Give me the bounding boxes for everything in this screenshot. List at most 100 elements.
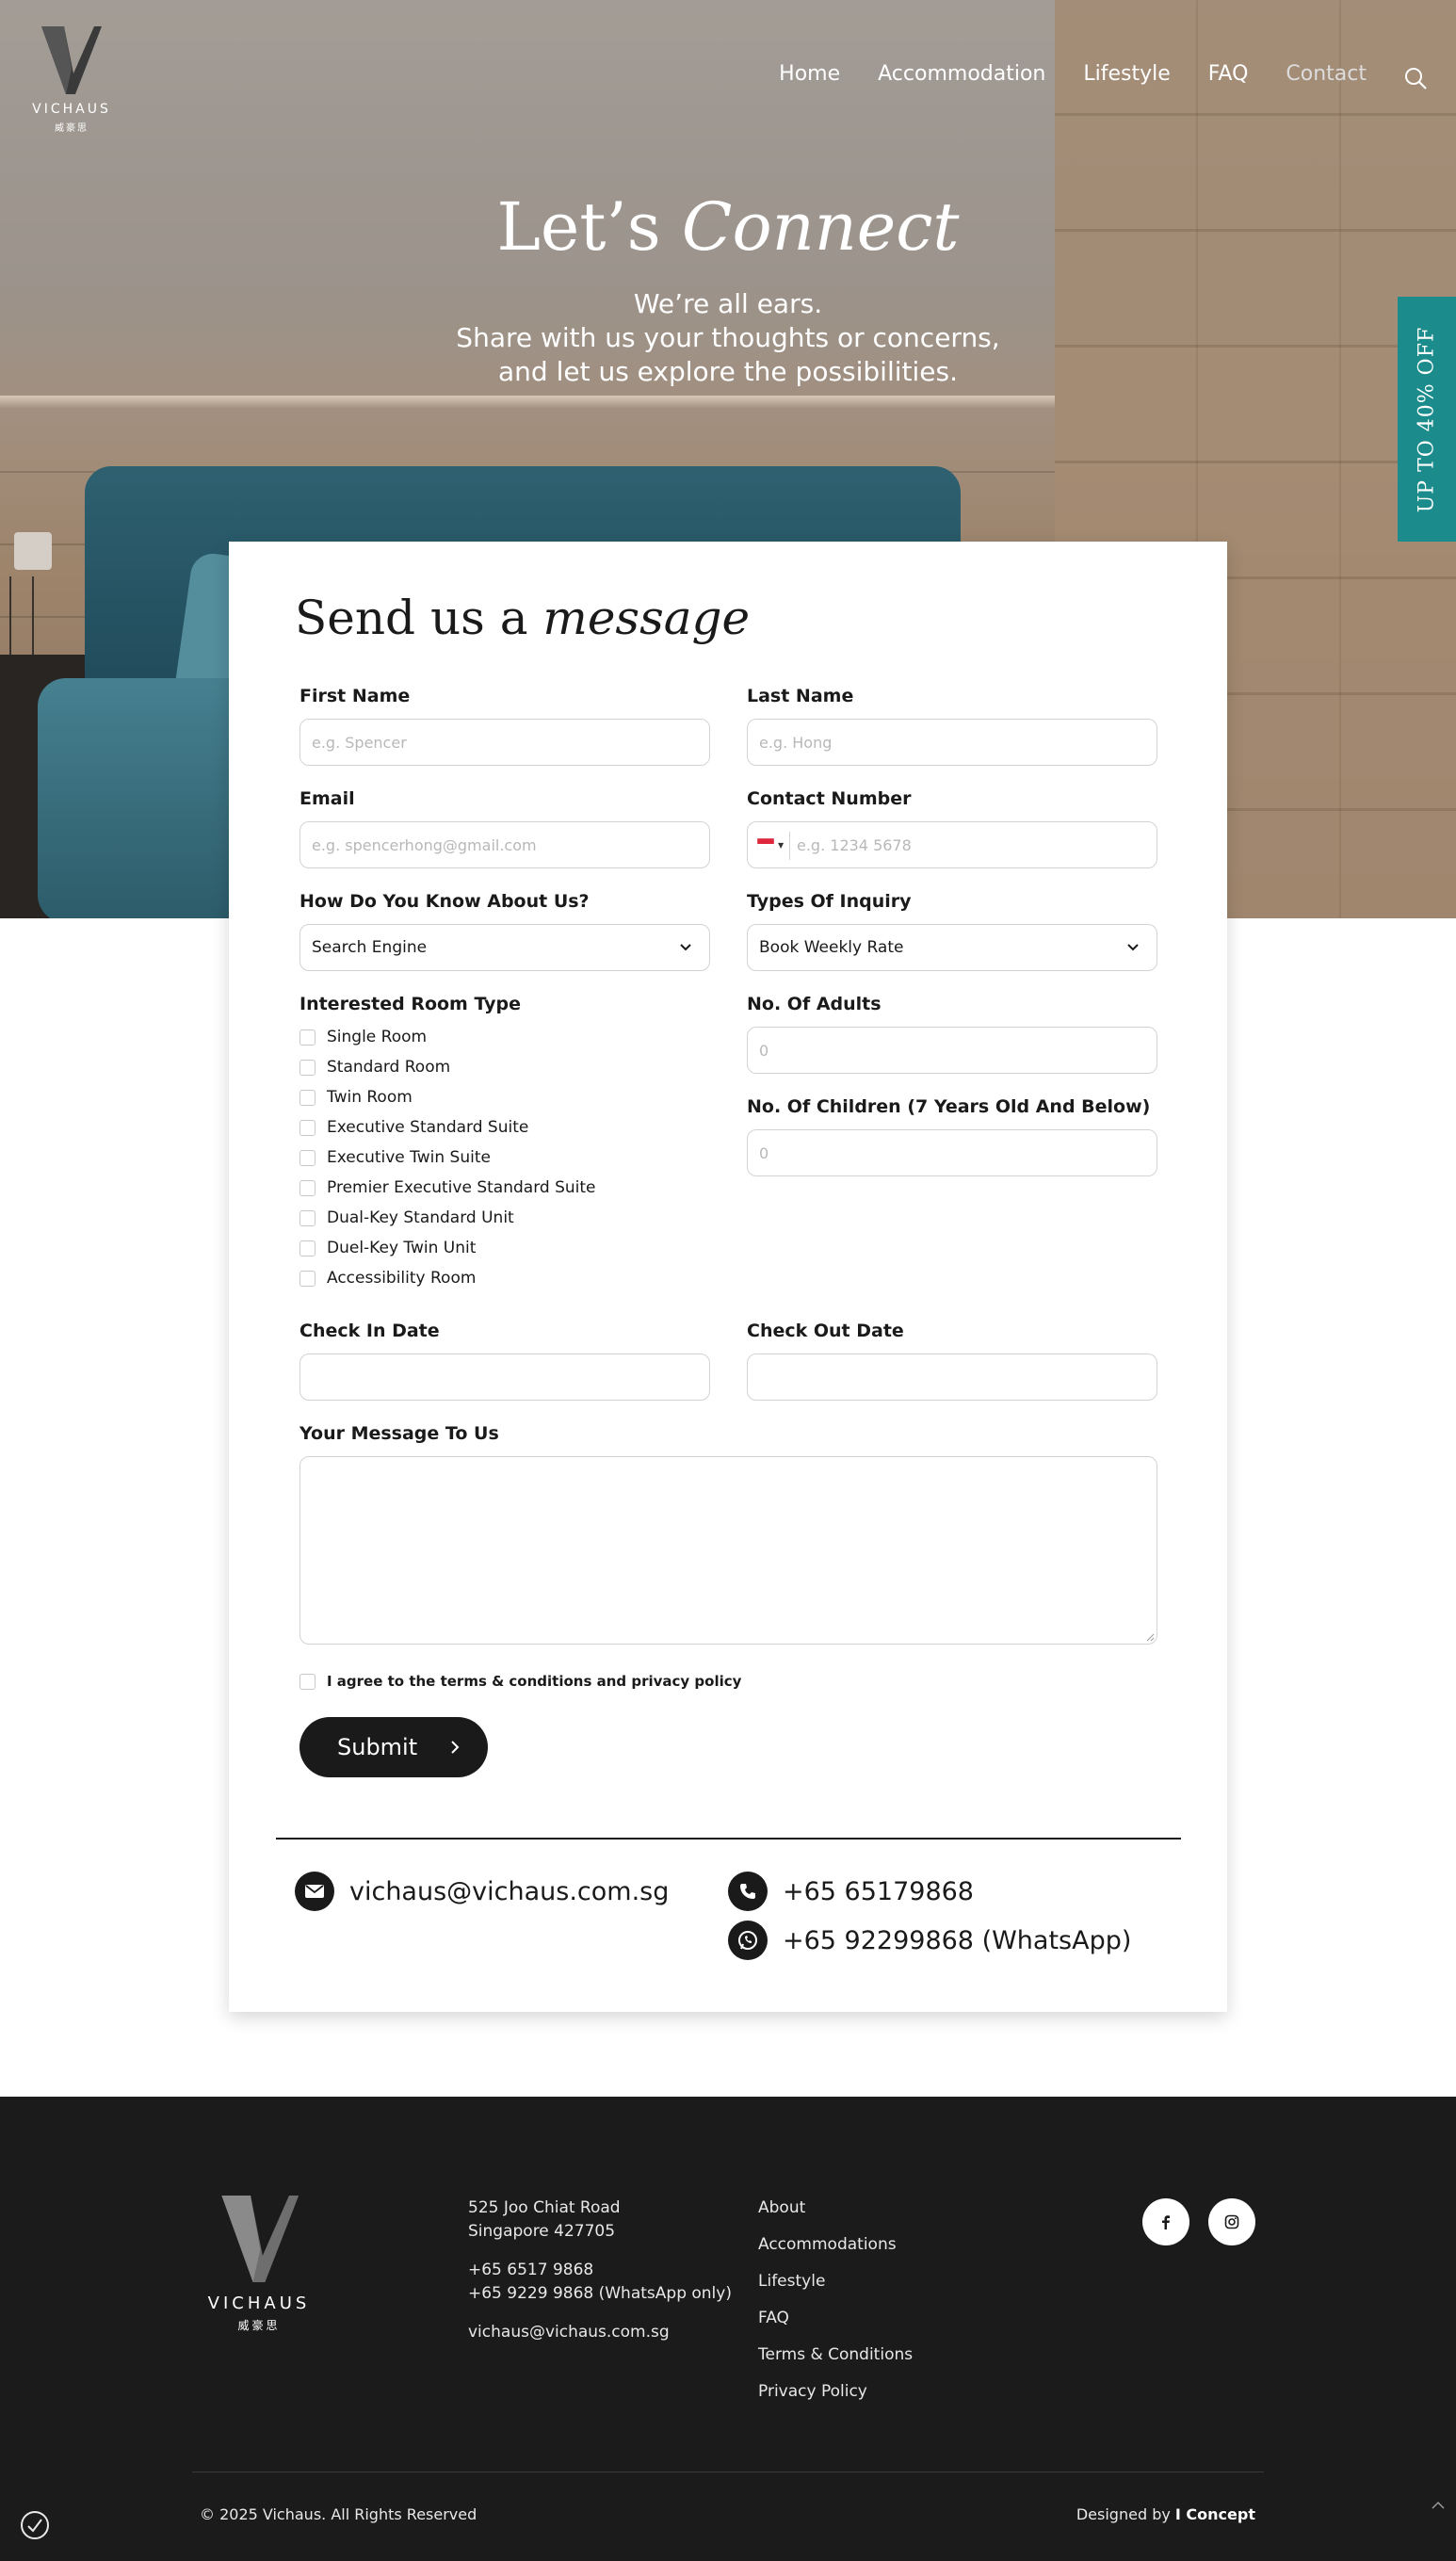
instagram-icon[interactable] bbox=[1208, 2198, 1255, 2245]
footer-phone[interactable]: +65 6517 9868 bbox=[468, 2259, 732, 2282]
room-option-exec-twin[interactable]: Executive Twin Suite bbox=[299, 1143, 596, 1173]
copyright: © 2025 Vichaus. All Rights Reserved bbox=[200, 2505, 477, 2523]
nav-faq[interactable]: FAQ bbox=[1208, 62, 1249, 86]
whatsapp-icon bbox=[728, 1921, 768, 1960]
logo-chinese: 威豪思 bbox=[55, 123, 89, 134]
check-in-field[interactable] bbox=[299, 1353, 710, 1401]
checkbox[interactable] bbox=[299, 1179, 315, 1196]
checkbox[interactable] bbox=[299, 1209, 315, 1226]
footer-link-accommodations[interactable]: Accommodations bbox=[758, 2233, 913, 2270]
agree-terms[interactable]: I agree to the terms & conditions and pr… bbox=[299, 1673, 741, 1690]
country-dropdown-icon[interactable]: ▼ bbox=[778, 841, 784, 850]
email-label: Email bbox=[299, 788, 355, 809]
checkbox[interactable] bbox=[299, 1149, 315, 1166]
last-name-field[interactable] bbox=[747, 719, 1157, 766]
room-option-dual-key-standard[interactable]: Dual-Key Standard Unit bbox=[299, 1203, 596, 1233]
room-option-exec-standard[interactable]: Executive Standard Suite bbox=[299, 1112, 596, 1143]
contact-whatsapp[interactable]: +65 92299868 (WhatsApp) bbox=[728, 1921, 1131, 1960]
logo-mark-icon bbox=[41, 26, 102, 94]
logo-mark-icon bbox=[221, 2196, 299, 2282]
submit-button[interactable]: Submit bbox=[299, 1717, 488, 1777]
contact-number-label: Contact Number bbox=[747, 788, 912, 809]
checkbox[interactable] bbox=[299, 1240, 315, 1256]
inquiry-type-select[interactable]: Book Weekly Rate bbox=[747, 924, 1157, 971]
agree-checkbox[interactable] bbox=[299, 1673, 315, 1690]
first-name-label: First Name bbox=[299, 686, 411, 706]
footer-wordmark: VICHAUS bbox=[207, 2294, 311, 2313]
room-option-standard[interactable]: Standard Room bbox=[299, 1052, 596, 1082]
children-field[interactable] bbox=[747, 1129, 1157, 1176]
main-nav: Home Accommodation Lifestyle FAQ Contact bbox=[779, 62, 1367, 86]
first-name-field[interactable] bbox=[299, 719, 710, 766]
footer-links: About Accommodations Lifestyle FAQ Terms… bbox=[758, 2196, 913, 2417]
footer-link-lifestyle[interactable]: Lifestyle bbox=[758, 2270, 913, 2307]
phone-icon bbox=[728, 1872, 768, 1911]
checkbox[interactable] bbox=[299, 1059, 315, 1076]
nav-accommodation[interactable]: Accommodation bbox=[878, 62, 1045, 86]
chevron-right-icon bbox=[451, 1741, 460, 1754]
contact-number-field[interactable] bbox=[797, 822, 1145, 867]
footer-address: 525 Joo Chiat Road Singapore 427705 bbox=[468, 2198, 621, 2241]
contact-email-text: vichaus@vichaus.com.sg bbox=[349, 1876, 670, 1906]
footer-logo[interactable]: VICHAUS 威豪思 bbox=[200, 2196, 318, 2337]
inquiry-type-label: Types Of Inquiry bbox=[747, 891, 912, 912]
how-know-label: How Do You Know About Us? bbox=[299, 891, 590, 912]
footer-link-faq[interactable]: FAQ bbox=[758, 2307, 913, 2343]
footer: VICHAUS 威豪思 525 Joo Chiat Road Singapore… bbox=[0, 2097, 1456, 2561]
how-know-select[interactable]: Search Engine bbox=[299, 924, 710, 971]
check-out-field[interactable] bbox=[747, 1353, 1157, 1401]
cookie-settings-icon[interactable] bbox=[19, 2509, 51, 2541]
promo-tab-label: UP TO 40% OFF bbox=[1415, 326, 1439, 512]
room-option-single[interactable]: Single Room bbox=[299, 1022, 596, 1052]
room-option-twin[interactable]: Twin Room bbox=[299, 1082, 596, 1112]
room-option-premier[interactable]: Premier Executive Standard Suite bbox=[299, 1173, 596, 1203]
footer-email[interactable]: vichaus@vichaus.com.sg bbox=[468, 2321, 670, 2344]
adults-label: No. Of Adults bbox=[747, 994, 882, 1014]
checkbox[interactable] bbox=[299, 1089, 315, 1106]
email-field[interactable] bbox=[299, 821, 710, 868]
nav-contact[interactable]: Contact bbox=[1286, 62, 1367, 86]
singapore-flag-icon[interactable] bbox=[757, 838, 774, 850]
footer-link-privacy[interactable]: Privacy Policy bbox=[758, 2380, 913, 2417]
footer-link-about[interactable]: About bbox=[758, 2196, 913, 2233]
message-textarea[interactable] bbox=[299, 1456, 1157, 1645]
adults-field[interactable] bbox=[747, 1027, 1157, 1074]
checkbox[interactable] bbox=[299, 1119, 315, 1136]
how-know-value: Search Engine bbox=[312, 938, 428, 957]
promo-tab[interactable]: UP TO 40% OFF bbox=[1398, 297, 1456, 542]
page-title: Let’s Connect bbox=[496, 188, 960, 266]
contact-phone-text: +65 65179868 bbox=[783, 1876, 974, 1906]
contact-email[interactable]: vichaus@vichaus.com.sg bbox=[295, 1872, 669, 1911]
last-name-label: Last Name bbox=[747, 686, 854, 706]
facebook-icon[interactable] bbox=[1142, 2198, 1189, 2245]
nav-home[interactable]: Home bbox=[779, 62, 840, 86]
nav-lifestyle[interactable]: Lifestyle bbox=[1083, 62, 1170, 86]
form-title: Send us a message bbox=[295, 591, 751, 645]
footer-logo-chinese: 威豪思 bbox=[237, 2319, 281, 2332]
room-option-duel-key-twin[interactable]: Duel-Key Twin Unit bbox=[299, 1233, 596, 1263]
room-type-list: Single Room Standard Room Twin Room Exec… bbox=[299, 1022, 596, 1293]
submit-label: Submit bbox=[337, 1734, 418, 1760]
check-in-label: Check In Date bbox=[299, 1321, 440, 1341]
search-icon[interactable] bbox=[1403, 66, 1428, 90]
hero-subtitle: We’re all ears. Share with us your thoug… bbox=[456, 288, 1000, 387]
inquiry-type-value: Book Weekly Rate bbox=[759, 938, 904, 957]
logo-wordmark: VICHAUS bbox=[32, 102, 111, 117]
designed-by[interactable]: Designed by I Concept bbox=[1076, 2505, 1255, 2523]
footer-whatsapp[interactable]: +65 9229 9868 (WhatsApp only) bbox=[468, 2282, 732, 2306]
checkbox[interactable] bbox=[299, 1270, 315, 1287]
contact-form-card: Send us a message First Name Last Name E… bbox=[229, 542, 1227, 2012]
contact-whatsapp-text: +65 92299868 (WhatsApp) bbox=[783, 1925, 1132, 1955]
back-to-top-icon[interactable] bbox=[1430, 2497, 1447, 2514]
chevron-down-icon bbox=[1127, 944, 1139, 951]
footer-phones: +65 6517 9868 +65 9229 9868 (WhatsApp on… bbox=[468, 2259, 732, 2306]
agree-label: I agree to the terms & conditions and pr… bbox=[327, 1673, 742, 1690]
divider bbox=[276, 1838, 1181, 1840]
room-option-accessibility[interactable]: Accessibility Room bbox=[299, 1263, 596, 1293]
room-type-label: Interested Room Type bbox=[299, 994, 522, 1014]
contact-phone[interactable]: +65 65179868 bbox=[728, 1872, 974, 1911]
resize-handle-icon[interactable] bbox=[1145, 1632, 1155, 1642]
site-logo[interactable]: VICHAUS 威豪思 bbox=[28, 26, 115, 134]
footer-link-terms[interactable]: Terms & Conditions bbox=[758, 2343, 913, 2380]
checkbox[interactable] bbox=[299, 1029, 315, 1045]
